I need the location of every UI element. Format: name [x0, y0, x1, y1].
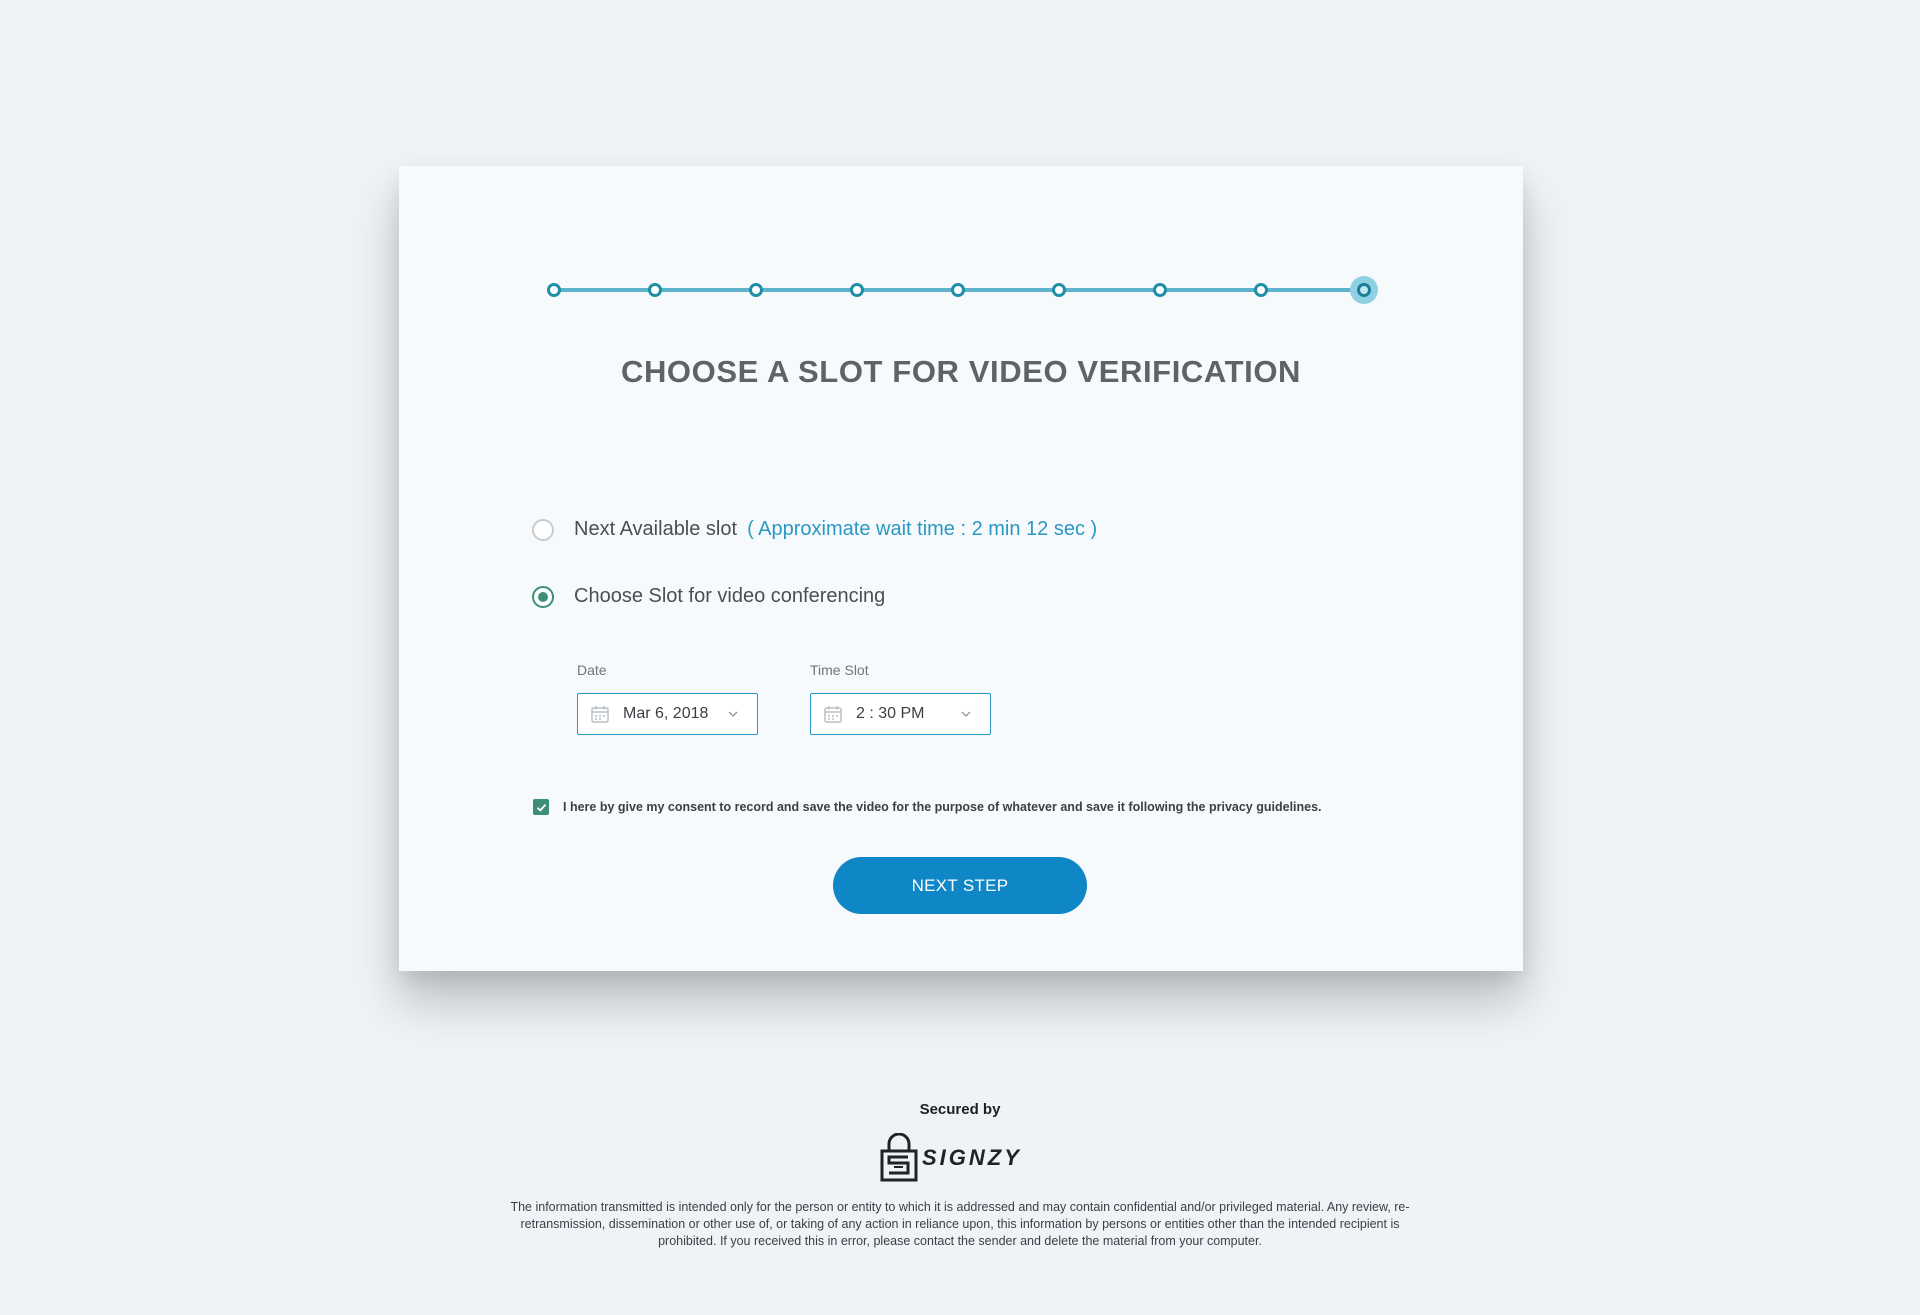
stepper-dot-6	[1052, 283, 1066, 297]
option-choose-slot[interactable]: Choose Slot for video conferencing	[532, 585, 885, 608]
stepper-dot-7	[1153, 283, 1167, 297]
time-slot-label: Time Slot	[810, 662, 869, 678]
consent-row: I here by give my consent to record and …	[533, 799, 1322, 815]
wait-time-text: ( Approximate wait time : 2 min 12 sec )	[747, 518, 1098, 540]
next-available-label: Next Available slot	[574, 518, 738, 540]
date-label: Date	[577, 662, 607, 678]
time-slot-value: 2 : 30 PM	[856, 705, 925, 722]
stepper-dot-2	[648, 283, 662, 297]
chevron-down-icon	[961, 711, 971, 717]
stepper-dot-9-current	[1357, 283, 1371, 297]
calendar-icon	[591, 706, 609, 723]
choose-slot-label: Choose Slot for video conferencing	[574, 585, 886, 607]
next-available-radio[interactable]	[532, 518, 554, 541]
page-title: CHOOSE A SLOT FOR VIDEO VERIFICATION	[620, 354, 1302, 389]
stepper-dot-5	[951, 283, 965, 297]
verification-card: CHOOSE A SLOT FOR VIDEO VERIFICATION Nex…	[399, 166, 1523, 971]
chevron-down-icon	[728, 711, 738, 717]
secured-by-label: Secured by	[919, 1101, 1001, 1118]
legal-disclaimer: The information transmitted is intended …	[510, 1200, 1410, 1248]
stepper-dot-4	[850, 283, 864, 297]
choose-slot-radio[interactable]	[532, 585, 554, 608]
progress-stepper	[399, 166, 1523, 304]
stepper-dot-1	[547, 283, 561, 297]
signzy-logo-wordmark: SIGNZY	[922, 1145, 1022, 1170]
option-next-available-slot[interactable]: Next Available slot ( Approximate wait t…	[532, 518, 1097, 541]
signzy-logo: SIGNZY	[880, 1133, 1035, 1183]
padlock-logo-icon	[880, 1133, 918, 1182]
date-value: Mar 6, 2018	[623, 705, 709, 722]
date-picker[interactable]: Mar 6, 2018	[577, 693, 758, 735]
check-icon	[536, 803, 546, 812]
time-slot-picker[interactable]: 2 : 30 PM	[810, 693, 991, 735]
stepper-dot-8	[1254, 283, 1268, 297]
consent-checkbox[interactable]	[533, 799, 549, 815]
stepper-dot-3	[749, 283, 763, 297]
consent-text: I here by give my consent to record and …	[563, 800, 1322, 814]
calendar-icon	[824, 706, 842, 723]
next-step-button[interactable]: NEXT STEP	[833, 857, 1087, 914]
